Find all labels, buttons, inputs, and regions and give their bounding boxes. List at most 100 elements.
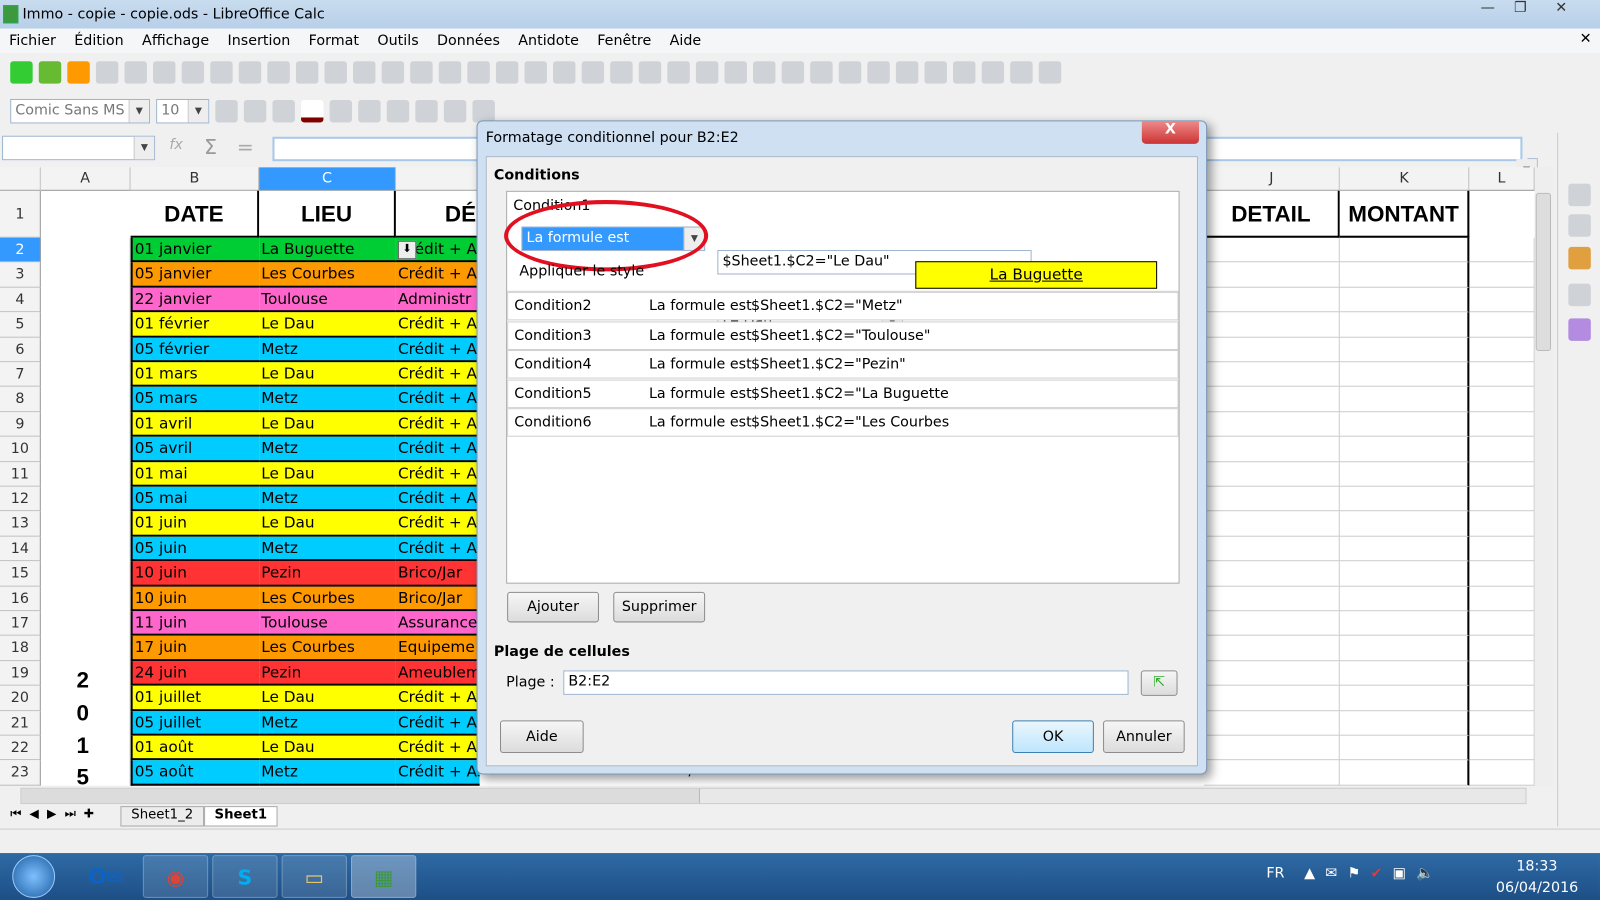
cell-empty[interactable]	[1339, 387, 1470, 413]
copy-icon[interactable]	[324, 61, 347, 84]
underline-icon[interactable]	[272, 99, 295, 123]
cell-empty[interactable]	[1339, 237, 1470, 263]
sum-icon[interactable]: Σ	[204, 135, 217, 159]
cell-empty[interactable]	[1204, 586, 1340, 612]
sort-desc-icon[interactable]	[667, 61, 690, 84]
menu-0[interactable]: Fichier	[0, 33, 65, 49]
menu-6[interactable]: Données	[428, 33, 509, 49]
cell-desc[interactable]: Crédit + A	[395, 710, 480, 736]
cell-empty[interactable]	[1204, 710, 1340, 736]
language-indicator[interactable]: FR	[1266, 865, 1284, 881]
cell-empty[interactable]	[1469, 636, 1535, 661]
hyperlink-icon[interactable]	[867, 61, 890, 84]
bold-icon[interactable]	[215, 99, 238, 123]
taskbar-outlook[interactable]: O✉	[73, 855, 138, 898]
show-hidden-icon[interactable]: ▲	[1304, 865, 1325, 881]
add-button[interactable]: Ajouter	[507, 591, 599, 623]
cell-desc[interactable]: Brico/Jar	[395, 561, 480, 587]
cell-date[interactable]: 05 mars	[130, 387, 260, 413]
cell-empty[interactable]	[1469, 661, 1535, 686]
paste-icon[interactable]	[353, 61, 376, 84]
redo-icon[interactable]	[438, 61, 462, 84]
cell-date[interactable]: 05 mai	[130, 486, 260, 512]
cell-lieu[interactable]: Le Dau	[259, 362, 396, 388]
row-header-12[interactable]: 12	[0, 486, 41, 512]
scrollbar-thumb[interactable]	[1535, 192, 1552, 352]
cell-empty[interactable]	[1339, 362, 1470, 388]
properties-icon[interactable]	[1568, 183, 1591, 207]
outlook-tray-icon[interactable]: ✉	[1325, 865, 1347, 881]
cell-empty[interactable]	[1339, 661, 1470, 686]
cell-date[interactable]: 01 mai	[130, 461, 260, 487]
cell-empty[interactable]	[1469, 362, 1535, 388]
cell-desc[interactable]: Crédit + A	[395, 337, 480, 363]
remove-button[interactable]: Supprimer	[613, 591, 706, 623]
cell-lieu[interactable]: Metz	[259, 486, 396, 512]
cell-date[interactable]: 01 juillet	[130, 685, 260, 711]
column-header-k[interactable]: K	[1339, 167, 1470, 191]
row-header-10[interactable]: 10	[0, 436, 41, 462]
condition-row[interactable]: Condition6 La formule est $Sheet1.$C2="Les…	[507, 408, 1179, 437]
prev-sheet-icon[interactable]: ◀	[29, 806, 47, 820]
clock-time[interactable]: 18:33	[1516, 858, 1557, 874]
column-header-j[interactable]: J	[1204, 167, 1340, 191]
cell-empty[interactable]	[1469, 486, 1535, 512]
row-header-14[interactable]: 14	[0, 536, 41, 562]
functions-icon[interactable]	[1568, 318, 1591, 341]
cell-empty[interactable]	[1204, 536, 1340, 562]
cell-date[interactable]: 01 mars	[130, 362, 260, 388]
cell-empty[interactable]	[1339, 337, 1470, 363]
row-header-19[interactable]: 19	[0, 661, 41, 686]
menu-8[interactable]: Fenêtre	[588, 33, 660, 49]
cell-empty[interactable]	[1469, 237, 1535, 263]
cell-empty[interactable]	[1469, 337, 1535, 363]
row-header-18[interactable]: 18	[0, 636, 41, 661]
add-sheet-icon[interactable]: ✚	[84, 806, 102, 820]
cell-empty[interactable]	[1469, 710, 1535, 736]
cell-empty[interactable]	[1469, 312, 1535, 338]
cell-empty[interactable]	[1469, 536, 1535, 562]
cell-lieu[interactable]: Pezin	[259, 661, 396, 686]
sheet-tab-sheet1[interactable]: Sheet1	[204, 806, 278, 827]
cell-lieu[interactable]: Le Dau	[259, 735, 396, 761]
comment-icon[interactable]	[895, 61, 919, 84]
taskbar-libreoffice-calc[interactable]: ▦	[351, 855, 417, 898]
maximize-button[interactable]: ❐	[1504, 0, 1537, 20]
header-desc[interactable]: DÉ	[395, 190, 480, 238]
cell-empty[interactable]	[1204, 312, 1340, 338]
save-as-icon[interactable]	[181, 61, 205, 84]
header-footer-icon[interactable]	[924, 61, 947, 84]
print-preview-icon[interactable]	[267, 61, 290, 84]
menu-3[interactable]: Insertion	[218, 33, 299, 49]
cell-desc[interactable]: Crédit + A	[395, 685, 480, 711]
cell-date[interactable]: 05 avril	[130, 436, 260, 462]
close-document-icon[interactable]: ✕	[1580, 31, 1592, 47]
cell-date[interactable]: 05 février	[130, 337, 260, 363]
borders-icon[interactable]	[329, 99, 353, 123]
cell-empty[interactable]	[1204, 611, 1340, 637]
cell-lieu[interactable]: Le Dau	[259, 511, 396, 537]
network-icon[interactable]: ▣	[1393, 865, 1417, 881]
cell-empty[interactable]	[1469, 511, 1535, 537]
sheet-tab-sheet1-2[interactable]: Sheet1_2	[120, 806, 205, 827]
row-icon[interactable]	[524, 61, 547, 84]
column-header-c[interactable]: C	[259, 167, 396, 191]
cell-empty[interactable]	[1339, 685, 1470, 711]
save-icon[interactable]	[153, 61, 176, 84]
cell-empty[interactable]	[1204, 636, 1340, 661]
cell-lieu[interactable]: Metz	[259, 710, 396, 736]
cell-empty[interactable]	[1469, 436, 1535, 462]
cell-empty[interactable]	[1469, 611, 1535, 637]
menu-5[interactable]: Outils	[368, 33, 428, 49]
condition-row[interactable]: Condition5 La formule est $Sheet1.$C2="La …	[507, 379, 1179, 408]
column-header-d[interactable]	[395, 167, 480, 191]
cell-empty[interactable]	[1204, 262, 1340, 288]
show-draw-icon[interactable]	[1038, 61, 1062, 84]
taskbar-chrome[interactable]: ◉	[142, 855, 209, 898]
cell-empty[interactable]	[1469, 760, 1535, 786]
cell-desc[interactable]: Crédit + A	[395, 486, 480, 512]
cell-date[interactable]: 01 avril	[130, 412, 260, 437]
cell-date[interactable]: 17 juin	[130, 636, 260, 661]
row-header-13[interactable]: 13	[0, 511, 41, 537]
cell-desc[interactable]: Equipeme	[395, 636, 480, 661]
